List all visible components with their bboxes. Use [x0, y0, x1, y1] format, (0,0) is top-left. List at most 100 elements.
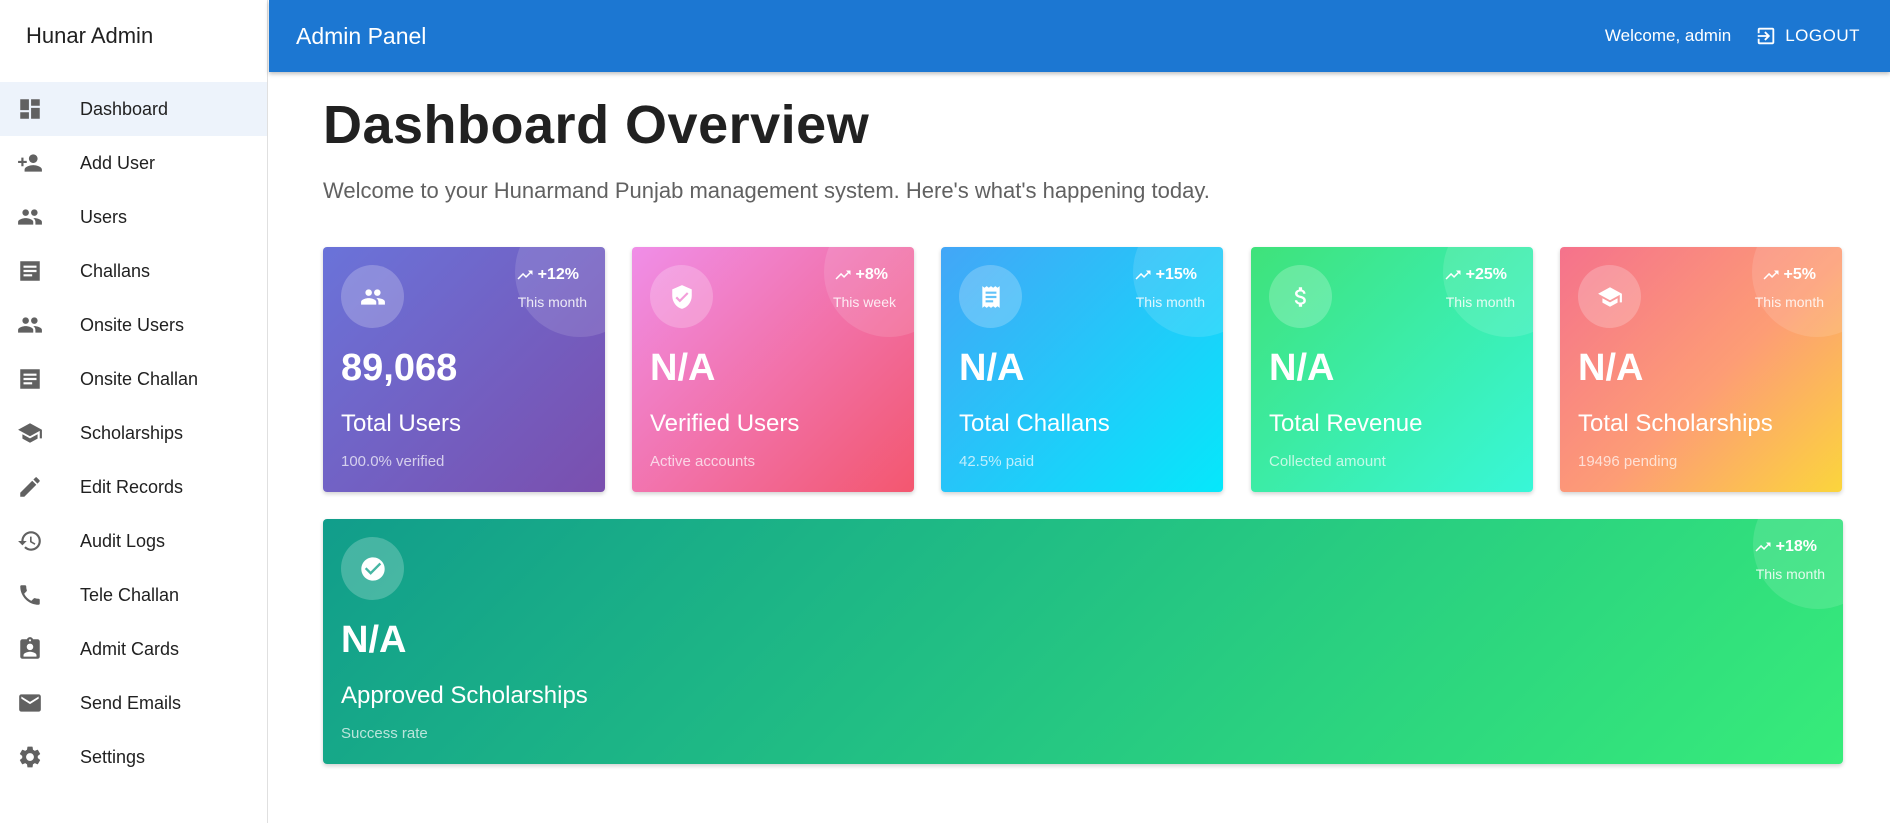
stat-value: N/A [650, 347, 716, 389]
stat-value: N/A [1578, 347, 1644, 389]
stat-cards: +12% This month 89,068 Total Users 100.0… [323, 247, 1843, 492]
dashboard-icon [17, 96, 43, 122]
stat-label: Verified Users [650, 410, 800, 437]
stat-label: Approved Scholarships [341, 682, 588, 709]
receipt-icon [17, 366, 43, 392]
sidebar-item-label: Audit Logs [80, 530, 166, 551]
decorative-circle [1443, 247, 1533, 337]
trend-period: This month [1445, 294, 1515, 310]
decorative-circle [1133, 247, 1223, 337]
trend-indicator: +25% [1444, 266, 1507, 284]
sidebar-item-onsite-challan[interactable]: Onsite Challan [0, 352, 267, 406]
sidebar-item-settings[interactable]: Settings [0, 730, 267, 784]
trend-indicator: +18% [1754, 538, 1817, 556]
logout-button[interactable]: LOGOUT [1755, 25, 1860, 47]
sidebar-item-scholarships[interactable]: Scholarships [0, 406, 267, 460]
trending-up-icon [835, 270, 851, 280]
stat-subtext: Success rate [341, 725, 428, 742]
sidebar-item-tele-challan[interactable]: Tele Challan [0, 568, 267, 622]
dollar-icon [1269, 265, 1332, 328]
decorative-circle [515, 247, 605, 337]
stat-value: N/A [959, 347, 1025, 389]
sidebar-item-dashboard[interactable]: Dashboard [0, 82, 267, 136]
stat-card-total-challans[interactable]: +15% This month N/A Total Challans 42.5%… [941, 247, 1223, 492]
sidebar-item-users[interactable]: Users [0, 190, 267, 244]
trend-period: This month [1755, 566, 1825, 582]
stat-label: Total Challans [959, 410, 1110, 437]
logout-label: LOGOUT [1785, 26, 1860, 45]
sidebar-item-label: Dashboard [80, 98, 169, 119]
sidebar-item-audit-logs[interactable]: Audit Logs [0, 514, 267, 568]
trend-value: +25% [1465, 266, 1507, 283]
trend-value: +12% [537, 266, 579, 283]
sidebar-item-admit-cards[interactable]: Admit Cards [0, 622, 267, 676]
decorative-circle [824, 247, 914, 337]
history-icon [17, 528, 43, 554]
sidebar-item-send-emails[interactable]: Send Emails [0, 676, 267, 730]
app-bar-title: Admin Panel [296, 22, 427, 49]
stat-card-total-revenue[interactable]: +25% This month N/A Total Revenue Collec… [1251, 247, 1533, 492]
edit-icon [17, 474, 43, 500]
trend-period: This month [1754, 294, 1824, 310]
stat-subtext: Active accounts [650, 453, 756, 470]
trend-indicator: +8% [834, 266, 888, 284]
sidebar-nav: Dashboard Add User Users Challans Onsite… [0, 82, 267, 784]
sidebar-item-label: Settings [80, 746, 146, 767]
welcome-text: Welcome, admin [1604, 26, 1732, 45]
sidebar-item-label: Edit Records [80, 476, 184, 497]
sidebar-item-label: Send Emails [80, 692, 182, 713]
trend-period: This month [1135, 294, 1205, 310]
gear-icon [17, 744, 43, 770]
logout-icon [1757, 27, 1775, 45]
stat-value: N/A [341, 619, 407, 661]
trending-up-icon [517, 270, 533, 280]
stat-value: 89,068 [341, 347, 458, 389]
trend-indicator: +12% [516, 266, 579, 284]
sidebar-item-onsite-users[interactable]: Onsite Users [0, 298, 267, 352]
stat-subtext: 19496 pending [1578, 453, 1678, 470]
people-icon [17, 312, 43, 338]
trending-up-icon [1135, 270, 1151, 280]
app-bar: Admin Panel Welcome, admin LOGOUT [269, 0, 1890, 72]
trend-value: +18% [1775, 538, 1817, 555]
stat-card-verified-users[interactable]: +8% This week N/A Verified Users Active … [632, 247, 914, 492]
stat-subtext: 42.5% paid [959, 453, 1035, 470]
trending-up-icon [1445, 270, 1461, 280]
check-circle-icon [341, 537, 404, 600]
trend-period: This month [517, 294, 587, 310]
receipt-icon [959, 265, 1022, 328]
stat-card-approved-scholarships[interactable]: +18% This month N/A Approved Scholarship… [323, 519, 1843, 764]
sidebar-item-label: Scholarships [80, 422, 184, 443]
brand-title: Hunar Admin [26, 23, 154, 48]
trending-up-icon [1763, 270, 1779, 280]
stat-subtext: 100.0% verified [341, 453, 445, 470]
stat-card-total-scholarships[interactable]: +5% This month N/A Total Scholarships 19… [1560, 247, 1842, 492]
sidebar-item-label: Onsite Users [80, 314, 185, 335]
sidebar-item-label: Challans [80, 260, 151, 281]
sidebar-item-label: Users [80, 206, 128, 227]
badge-icon [17, 636, 43, 662]
sidebar-item-label: Tele Challan [80, 584, 180, 605]
stat-value: N/A [1269, 347, 1335, 389]
trend-value: +5% [1783, 266, 1816, 283]
sidebar-item-edit-records[interactable]: Edit Records [0, 460, 267, 514]
stat-label: Total Revenue [1269, 410, 1423, 437]
stat-label: Total Users [341, 410, 462, 437]
trend-value: +15% [1155, 266, 1197, 283]
decorative-circle [1753, 519, 1843, 609]
page-title: Dashboard Overview [323, 95, 870, 155]
sidebar-item-challans[interactable]: Challans [0, 244, 267, 298]
people-icon [341, 265, 404, 328]
verified-shield-icon [650, 265, 713, 328]
stat-card-total-users[interactable]: +12% This month 89,068 Total Users 100.0… [323, 247, 605, 492]
phone-icon [17, 582, 43, 608]
sidebar-item-add-user[interactable]: Add User [0, 136, 267, 190]
stat-subtext: Collected amount [1269, 453, 1386, 470]
stat-label: Total Scholarships [1578, 410, 1773, 437]
people-icon [17, 204, 43, 230]
decorative-circle [1752, 247, 1842, 337]
page-subtitle: Welcome to your Hunarmand Punjab managem… [323, 178, 1210, 203]
school-icon [17, 420, 43, 446]
sidebar-item-label: Admit Cards [80, 638, 180, 659]
main-content: Dashboard Overview Welcome to your Hunar… [323, 72, 1843, 764]
